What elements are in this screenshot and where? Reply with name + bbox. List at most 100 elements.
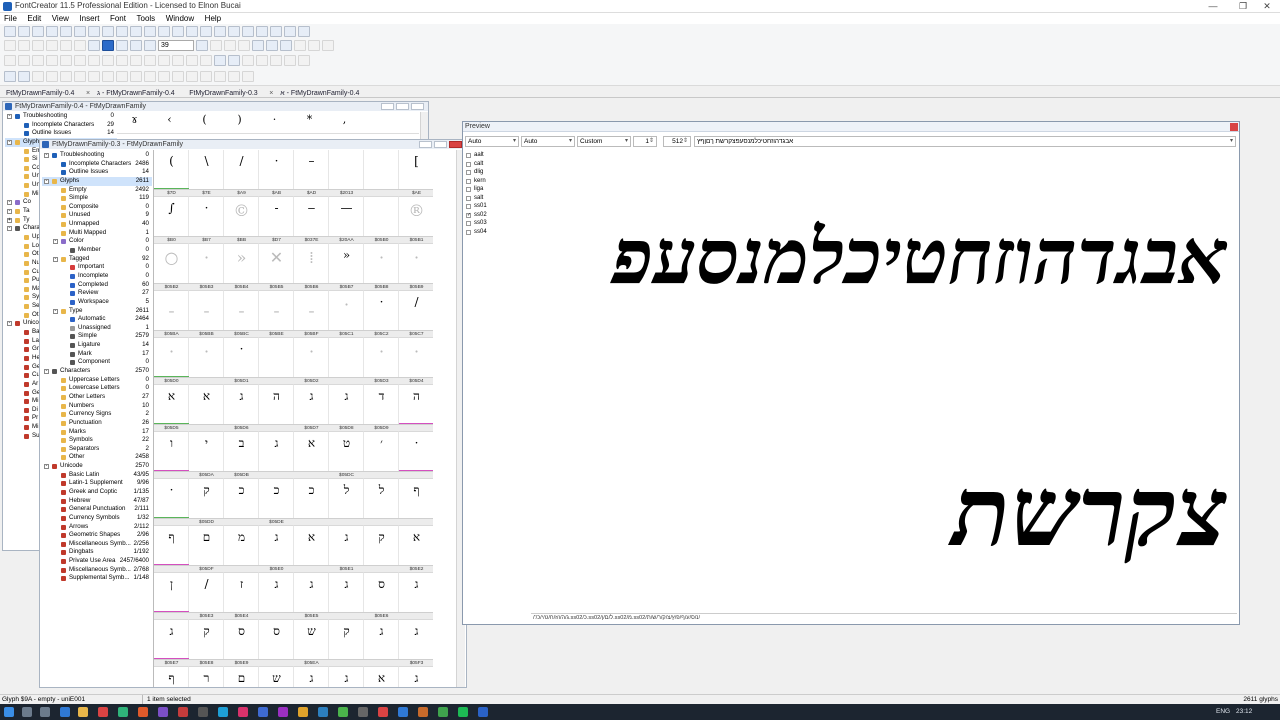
glyph-cell[interactable]: ק [329, 620, 364, 667]
knife-icon[interactable] [60, 40, 72, 51]
app-icon[interactable] [418, 707, 428, 717]
mode-select[interactable]: Custom ▾ [577, 136, 631, 147]
new-icon[interactable] [4, 26, 16, 37]
glyph-cell[interactable]: ג $05E0 [259, 526, 294, 573]
glyph-cell[interactable]: א [294, 432, 329, 479]
glyph-cell[interactable]: ✕ $05B5 [259, 244, 294, 291]
app-icon[interactable] [238, 707, 248, 717]
glyph-cell[interactable]: · $05C2 [364, 291, 399, 338]
tree-item[interactable]: Hebrew 47/87 [42, 497, 152, 506]
expand-toggle-icon[interactable]: - [44, 464, 49, 470]
glyph-cell[interactable]: ף [154, 667, 189, 687]
glyph-cell[interactable]: כ [224, 479, 259, 526]
image-icon[interactable] [88, 40, 100, 51]
glyph-cell[interactable]: © $BB [224, 197, 259, 244]
glyph-cell[interactable]: ® $05B1 [399, 197, 433, 244]
tree-item[interactable]: General Punctuation 2/111 [42, 505, 152, 514]
tree-item[interactable]: Geometric Shapes 2/96 [42, 531, 152, 540]
align-icon[interactable] [4, 55, 16, 66]
grid-icon[interactable] [46, 71, 58, 82]
glyph-preview[interactable]: ) [222, 113, 257, 126]
glyph-cell[interactable]: ג $05D6 [224, 385, 259, 432]
metrics-icon[interactable] [200, 26, 212, 37]
glyph-cell[interactable]: ף [399, 479, 433, 526]
glyph-cell[interactable]: $2013 [329, 150, 364, 197]
app-icon[interactable] [118, 707, 128, 717]
app-icon[interactable] [298, 707, 308, 717]
tree-item[interactable]: Composite 0 [42, 203, 152, 212]
save-icon[interactable] [46, 26, 58, 37]
glyph-cell[interactable]: ג $05E7 [154, 620, 189, 667]
validate-icon[interactable] [270, 26, 282, 37]
offset-icon[interactable] [158, 55, 170, 66]
glyph-cell[interactable]: · $AB [259, 150, 294, 197]
glyph-cell[interactable]: כ [294, 479, 329, 526]
feature-item[interactable]: ss04 [465, 228, 529, 237]
edge-icon[interactable] [60, 707, 70, 717]
tree-item[interactable]: - Characters 2570 [42, 367, 152, 376]
tree-item[interactable]: - Color 0 [42, 237, 152, 246]
glyph-cell[interactable]: ג $05D7 [294, 385, 329, 432]
glyph-cell[interactable]: » $05B4 [224, 244, 259, 291]
install-icon[interactable] [284, 26, 296, 37]
glyph-cell[interactable]: ׳ [364, 432, 399, 479]
glyph-cell[interactable]: ○ $05B2 [154, 244, 189, 291]
feature-checkbox[interactable] [466, 229, 471, 235]
glyph-cell[interactable]: ק $05E8 [189, 620, 224, 667]
tree-item[interactable]: - Troubleshooting 0 [5, 112, 117, 121]
flip-icon[interactable] [32, 55, 44, 66]
feature-checkbox[interactable] [466, 195, 471, 201]
glyph-cell[interactable]: · $05D3 [364, 338, 399, 385]
point-icon[interactable] [210, 40, 222, 51]
tree-item[interactable]: Outline Issues 14 [42, 168, 152, 177]
tree-item[interactable]: Latin-1 Supplement 9/96 [42, 479, 152, 488]
glyph-cell[interactable]: ג [399, 573, 433, 620]
text-icon[interactable] [32, 26, 44, 37]
tree-item[interactable]: - Glyphs 2611 [42, 176, 152, 186]
tree-item[interactable]: Simple 2579 [42, 332, 152, 341]
edit-mode-icon[interactable] [102, 40, 114, 51]
zoom-input[interactable]: 39 [158, 40, 194, 51]
tree-item[interactable]: Miscellaneous Symb... 2/256 [42, 540, 152, 549]
glyph-cell[interactable]: · $05B3 [189, 244, 224, 291]
glyph-preview[interactable]: * [292, 113, 327, 126]
boolean-icon[interactable] [74, 55, 86, 66]
tree-item[interactable]: Currency Symbols 1/32 [42, 514, 152, 523]
ungroup-icon[interactable] [130, 71, 142, 82]
top-icon[interactable] [284, 55, 296, 66]
glyph-cell[interactable]: — $20AA [329, 197, 364, 244]
expand-toggle-icon[interactable]: - [7, 114, 12, 119]
center-icon[interactable] [256, 55, 268, 66]
glyph-preview[interactable]: ( [187, 113, 222, 126]
explorer-icon[interactable] [78, 707, 88, 717]
table-icon[interactable] [60, 71, 72, 82]
app-icon[interactable] [218, 707, 228, 717]
app-icon[interactable] [198, 707, 208, 717]
tree-item[interactable]: Unused 9 [42, 211, 152, 220]
tree-item[interactable]: Lowercase Letters 0 [42, 384, 152, 393]
feature-item[interactable]: ss01 [465, 202, 529, 211]
feature-item[interactable]: kern [465, 177, 529, 186]
space-icon[interactable] [186, 71, 198, 82]
zoom-out-icon[interactable] [144, 40, 156, 51]
glyph-cell[interactable]: ב $05DB [224, 432, 259, 479]
list-icon[interactable] [32, 71, 44, 82]
glyph-cell[interactable]: \ $7E [189, 150, 224, 197]
select-icon[interactable] [4, 40, 16, 51]
tree-item[interactable]: Simple 119 [42, 194, 152, 203]
minimize-button[interactable]: — [1200, 0, 1226, 13]
feature-item[interactable]: ss03 [465, 219, 529, 228]
rotate-icon[interactable] [46, 55, 58, 66]
tree-item[interactable]: Automatic 2464 [42, 315, 152, 324]
app-icon[interactable] [258, 707, 268, 717]
glyph-cell[interactable] [329, 338, 364, 385]
expand-toggle-icon[interactable]: - [7, 200, 12, 206]
expand-toggle-icon[interactable]: + [7, 217, 12, 223]
tree-item[interactable]: Currency Signs 2 [42, 410, 152, 419]
glyph-cell[interactable]: ד $05D9 [364, 385, 399, 432]
glyph-icon[interactable] [186, 26, 198, 37]
glyph-cell[interactable]: ($7D [154, 150, 189, 197]
glyph-cell[interactable]: / $05C7 [399, 291, 433, 338]
app-icon[interactable] [398, 707, 408, 717]
glyph-cell[interactable]: / $05E3 [189, 573, 224, 620]
